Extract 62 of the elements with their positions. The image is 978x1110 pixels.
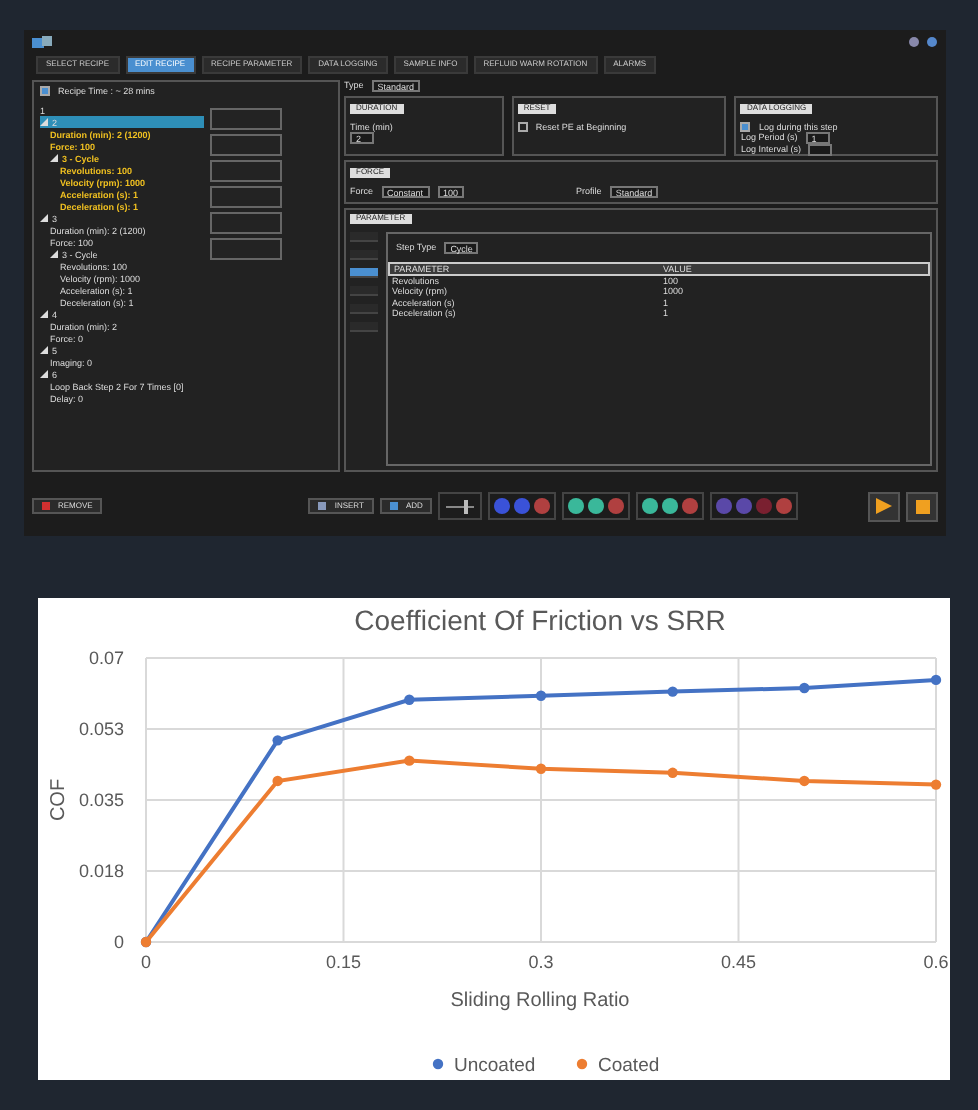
y-axis-title: COF — [48, 778, 70, 822]
stop-icon — [915, 499, 929, 513]
tool-icon[interactable] — [776, 498, 793, 514]
expanded-icon[interactable] — [40, 310, 48, 319]
checkbox[interactable] — [740, 121, 751, 132]
input-field[interactable] — [808, 144, 833, 157]
data-point — [667, 686, 678, 697]
data-point — [535, 690, 547, 701]
tool-icon[interactable] — [588, 498, 605, 514]
tool-icon[interactable] — [608, 498, 625, 514]
data-point — [799, 775, 810, 787]
chart-title: Coefficient Of Friction vs SRR — [354, 604, 726, 636]
data-point — [404, 755, 415, 766]
x-axis-title: Sliding Rolling Ratio — [450, 990, 630, 1012]
stop-button[interactable] — [906, 491, 938, 521]
data-point — [799, 682, 810, 694]
tool-icon[interactable] — [662, 498, 679, 514]
legend-marker — [432, 1058, 444, 1070]
x-tick-label: 0.15 — [325, 952, 362, 972]
expanded-icon[interactable] — [50, 154, 58, 163]
slider-thumb[interactable] — [463, 500, 468, 514]
data-point — [535, 763, 547, 774]
tool-icon[interactable] — [568, 498, 585, 514]
data-point — [930, 674, 942, 686]
data-point — [667, 767, 678, 778]
step-card[interactable] — [210, 160, 282, 182]
insert-icon — [318, 501, 327, 510]
step-card[interactable] — [210, 108, 282, 130]
tool-icon[interactable] — [682, 498, 699, 514]
y-tick-label: 0 — [113, 932, 124, 952]
step-card[interactable] — [210, 238, 282, 260]
y-tick-label: 0.053 — [78, 719, 124, 739]
x-tick-label: 0.3 — [528, 952, 554, 972]
legend-marker — [576, 1058, 588, 1070]
remove-icon — [42, 501, 50, 510]
legend-label: Uncoated — [454, 1055, 536, 1077]
tool-icon[interactable] — [642, 498, 659, 514]
expanded-icon[interactable] — [40, 346, 48, 355]
play-icon — [876, 498, 892, 514]
data-point — [930, 779, 942, 790]
data-point — [404, 694, 415, 705]
y-tick-label: 0.035 — [78, 790, 124, 810]
tool-icon[interactable] — [534, 498, 551, 514]
data-point — [272, 775, 283, 787]
step-card[interactable] — [210, 212, 282, 234]
x-tick-label: 0.45 — [720, 952, 757, 972]
checkbox[interactable] — [517, 121, 528, 132]
play-button[interactable] — [868, 491, 900, 521]
expanded-icon[interactable] — [40, 214, 48, 223]
x-tick-label: 0 — [141, 952, 151, 972]
x-tick-label: 0.6 — [923, 952, 949, 972]
data-point — [272, 735, 283, 746]
step-card[interactable] — [210, 186, 282, 208]
expanded-icon[interactable] — [40, 370, 48, 379]
add-icon — [389, 501, 398, 510]
side-tab[interactable] — [350, 267, 378, 278]
y-tick-label: 0.018 — [78, 861, 124, 881]
expanded-icon[interactable] — [50, 250, 58, 259]
y-tick-label: 0.07 — [88, 648, 124, 668]
step-card[interactable] — [210, 134, 282, 156]
legend-label: Coated — [598, 1055, 660, 1077]
logo-icon — [32, 36, 52, 48]
